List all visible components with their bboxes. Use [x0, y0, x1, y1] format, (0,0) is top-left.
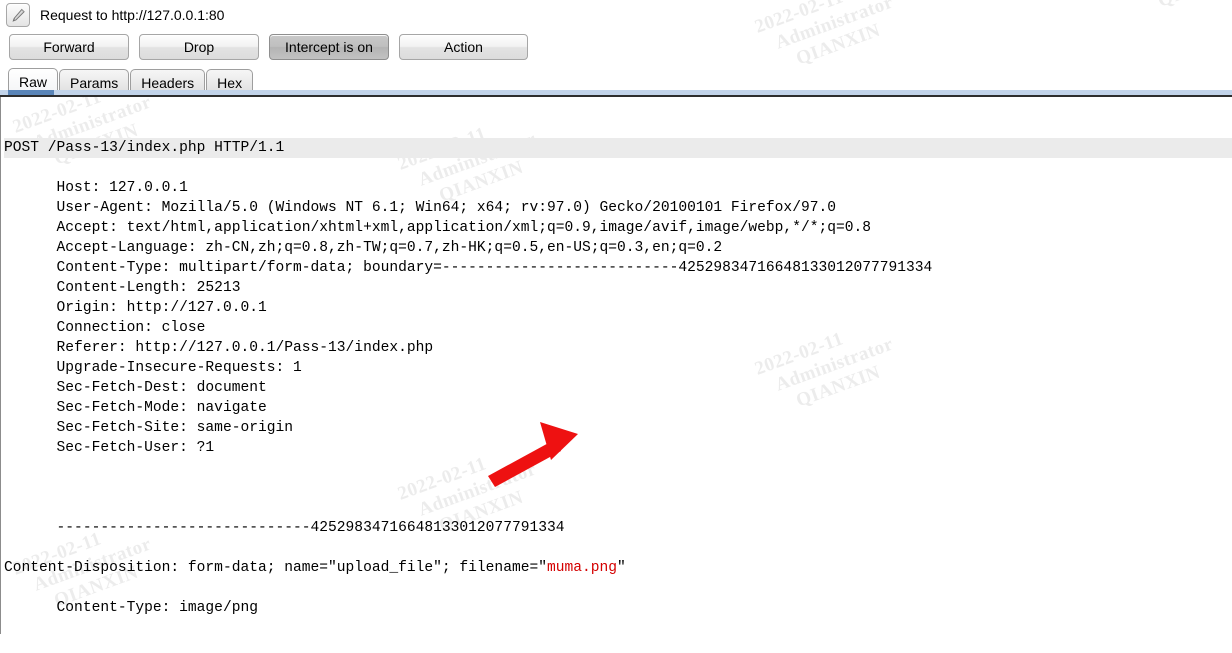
titlebar: Request to http://127.0.0.1:80 [0, 0, 1232, 28]
forward-button[interactable]: Forward [9, 34, 129, 60]
content-disposition-suffix: " [617, 560, 626, 576]
header-line: Sec-Fetch-Dest: document [56, 380, 267, 396]
tab-active-indicator [8, 90, 54, 95]
part-content-type-line: Content-Type: image/png [56, 600, 258, 616]
header-line: Sec-Fetch-Mode: navigate [56, 400, 267, 416]
uploaded-filename: muma.png [546, 560, 618, 576]
window-title: Request to http://127.0.0.1:80 [40, 7, 225, 23]
header-line: Origin: http://127.0.0.1 [56, 300, 267, 316]
intercept-toggle-button[interactable]: Intercept is on [269, 34, 389, 60]
pencil-icon[interactable] [6, 3, 30, 27]
header-line: User-Agent: Mozilla/5.0 (Windows NT 6.1;… [56, 200, 836, 216]
header-line: Host: 127.0.0.1 [56, 180, 188, 196]
action-button[interactable]: Action [399, 34, 528, 60]
content-disposition-prefix: Content-Disposition: form-data; name="up… [4, 560, 547, 576]
drop-button[interactable]: Drop [139, 34, 259, 60]
request-line: POST /Pass-13/index.php HTTP/1.1 [4, 138, 1232, 158]
tab-underline [0, 90, 1232, 95]
header-line: Upgrade-Insecure-Requests: 1 [56, 360, 302, 376]
header-line: Content-Length: 25213 [56, 280, 241, 296]
multipart-boundary-line: -----------------------------42529834716… [56, 520, 565, 536]
toolbar: Forward Drop Intercept is on Action [0, 28, 1232, 66]
intercept-window: Request to http://127.0.0.1:80 Forward D… [0, 0, 1232, 653]
header-line: Connection: close [56, 320, 206, 336]
header-line: Accept-Language: zh-CN,zh;q=0.8,zh-TW;q=… [56, 240, 723, 256]
header-line: Sec-Fetch-User: ?1 [56, 440, 215, 456]
header-line: Accept: text/html,application/xhtml+xml,… [56, 220, 872, 236]
header-line: Sec-Fetch-Site: same-origin [56, 420, 294, 436]
content-disposition-line: Content-Disposition: form-data; name="up… [4, 558, 1232, 578]
request-editor[interactable]: POST /Pass-13/index.php HTTP/1.1 Host: 1… [0, 97, 1232, 634]
header-line: Referer: http://127.0.0.1/Pass-13/index.… [56, 340, 434, 356]
request-text[interactable]: POST /Pass-13/index.php HTTP/1.1 Host: 1… [1, 97, 1232, 634]
header-line: Content-Type: multipart/form-data; bound… [56, 260, 933, 276]
tabbar: Raw Params Headers Hex [0, 66, 1232, 95]
